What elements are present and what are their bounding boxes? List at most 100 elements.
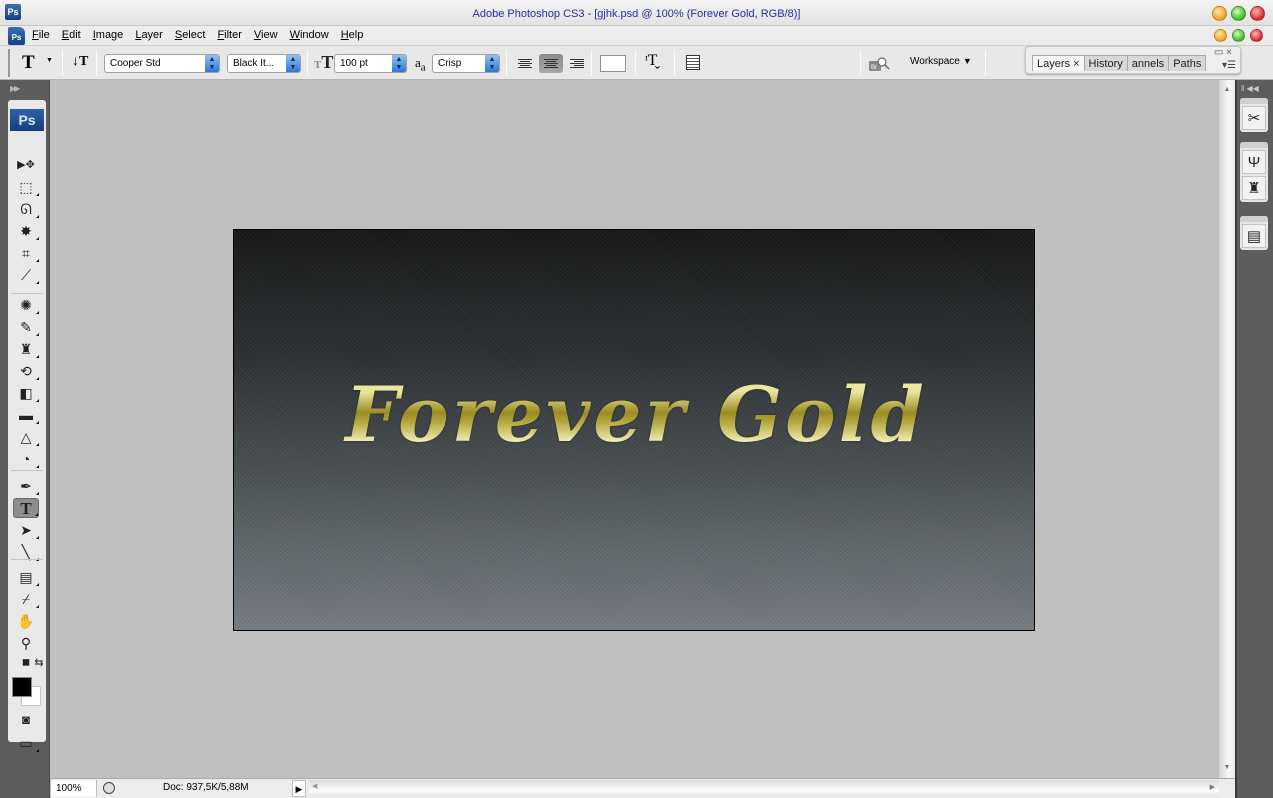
scroll-up-icon[interactable]: ▲ bbox=[1221, 84, 1233, 96]
spinner-icon: ▲ ▼ bbox=[286, 55, 300, 72]
dock-group: Ψ ♜ bbox=[1240, 142, 1268, 202]
doc-close-button[interactable] bbox=[1250, 29, 1263, 42]
tab-paths[interactable]: Paths bbox=[1168, 55, 1207, 71]
photoshop-window: Ps Adobe Photoshop CS3 - [gjhk.psd @ 100… bbox=[0, 0, 1273, 798]
menu-help[interactable]: Help bbox=[340, 29, 370, 41]
spinner-icon: ▲ ▼ bbox=[485, 55, 499, 72]
options-bar-grip[interactable] bbox=[8, 49, 13, 77]
right-dock: ‖ ◀◀ ✂ Ψ ♜ ▤ bbox=[1235, 80, 1273, 798]
foreground-color[interactable] bbox=[12, 677, 32, 697]
eyedropper-tool-icon[interactable]: ⌿ bbox=[13, 589, 39, 609]
zoom-level-field[interactable]: 100% bbox=[51, 780, 97, 797]
spinner-icon: ▲ ▼ bbox=[392, 55, 406, 72]
font-family-select[interactable]: Cooper Std ▲ ▼ bbox=[104, 54, 220, 73]
align-right-button[interactable] bbox=[565, 54, 589, 73]
vertical-scrollbar[interactable]: ▲ ▼ bbox=[1219, 80, 1235, 778]
type-tool-preset-icon[interactable]: T bbox=[22, 52, 35, 74]
blur-tool-icon[interactable]: △ bbox=[13, 427, 39, 447]
scroll-right-icon[interactable]: ▶ bbox=[1210, 783, 1215, 791]
align-center-button[interactable] bbox=[539, 54, 563, 73]
paragraph-icon[interactable]: ▤ bbox=[1242, 224, 1266, 248]
text-color-swatch[interactable] bbox=[600, 55, 626, 72]
panel-menu-icon[interactable]: ▾☰ bbox=[1222, 60, 1236, 71]
menu-edit[interactable]: Edit bbox=[61, 29, 87, 41]
history-brush-tool-icon[interactable]: ⟲ bbox=[13, 361, 39, 381]
expand-dock-icon[interactable]: ‖ ◀◀ bbox=[1241, 84, 1259, 93]
menu-image[interactable]: Image bbox=[92, 29, 130, 41]
lasso-tool-icon[interactable]: ᘏ bbox=[13, 199, 39, 219]
path-selection-tool-icon[interactable]: ➤ bbox=[13, 520, 39, 540]
hand-tool-icon[interactable]: ✋ bbox=[13, 611, 39, 631]
notes-tool-icon[interactable]: ▤ bbox=[13, 567, 39, 587]
clone-stamp-tool-icon[interactable]: ♜ bbox=[13, 339, 39, 359]
tab-history[interactable]: History bbox=[1083, 55, 1128, 71]
left-dock: ▶▶ Ps ▶✥ ⬚ ᘏ ✸ ⌗ ⟋ ✺ ✎ ♜ ⟲ ◧ ▬ △ ◔ ✒ T ➤ ╲ ▤ ⌿ ✋ ⚲ ◼ ⇆ ◙ ▭ bbox=[0, 80, 50, 798]
quick-mask-icon[interactable]: ◙ bbox=[13, 710, 39, 730]
magic-wand-tool-icon[interactable]: ✸ bbox=[13, 221, 39, 241]
move-tool-icon[interactable]: ▶✥ bbox=[13, 155, 39, 175]
menu-layer[interactable]: Layer bbox=[134, 29, 169, 41]
separator bbox=[307, 50, 308, 76]
scroll-down-icon[interactable]: ▼ bbox=[1221, 762, 1233, 774]
tool-presets-icon[interactable]: ✂ bbox=[1242, 106, 1266, 130]
dodge-tool-icon[interactable]: ◔ bbox=[13, 449, 39, 469]
maximize-button[interactable] bbox=[1231, 6, 1246, 21]
doc-restore-button[interactable] bbox=[1232, 29, 1245, 42]
menu-bar: Ps File Edit Image Layer Select Filter V… bbox=[0, 26, 1273, 46]
character-paragraph-palettes-icon[interactable] bbox=[686, 55, 700, 70]
close-tab-icon[interactable]: × bbox=[1073, 58, 1079, 70]
antialias-icon: aa bbox=[415, 55, 426, 74]
zoom-tool-icon[interactable]: ⚲ bbox=[13, 633, 39, 653]
font-size-select[interactable]: 100 pt ▲ ▼ bbox=[334, 54, 407, 73]
text-orientation-icon[interactable]: ↓T bbox=[72, 54, 88, 70]
close-button[interactable] bbox=[1250, 6, 1265, 21]
slice-tool-icon[interactable]: ⟋ bbox=[13, 265, 39, 285]
brush-tool-icon[interactable]: ✎ bbox=[13, 317, 39, 337]
separator bbox=[506, 50, 507, 76]
panel-minimize-close[interactable]: ▭ × bbox=[1214, 47, 1232, 58]
healing-brush-tool-icon[interactable]: ✺ bbox=[13, 295, 39, 315]
antialias-value: Crisp bbox=[438, 58, 462, 69]
tab-channels[interactable]: annels bbox=[1126, 55, 1170, 71]
separator bbox=[11, 293, 43, 294]
clone-source-icon[interactable]: ♜ bbox=[1242, 176, 1266, 200]
screen-mode-icon[interactable]: ▭ bbox=[13, 733, 39, 753]
font-style-select[interactable]: Black It... ▲ ▼ bbox=[227, 54, 301, 73]
swap-colors-icon[interactable]: ⇆ bbox=[26, 653, 52, 673]
menu-window[interactable]: Window bbox=[289, 29, 335, 41]
crop-tool-icon[interactable]: ⌗ bbox=[13, 243, 39, 263]
minimize-button[interactable] bbox=[1212, 6, 1227, 21]
warp-text-icon[interactable]: ᶦT̬ bbox=[645, 52, 657, 70]
document-icon[interactable]: Ps bbox=[8, 27, 25, 45]
tool-preset-dropdown-icon[interactable]: ▼ bbox=[46, 57, 53, 64]
marquee-tool-icon[interactable]: ⬚ bbox=[13, 177, 39, 197]
antialias-select[interactable]: Crisp ▲ ▼ bbox=[432, 54, 500, 73]
workspace-menu[interactable]: Workspace ▼ bbox=[910, 56, 972, 67]
tab-layers[interactable]: Layers × bbox=[1032, 55, 1085, 71]
status-menu-arrow-icon[interactable]: ▶ bbox=[292, 780, 306, 797]
separator bbox=[860, 50, 861, 76]
separator bbox=[674, 50, 675, 76]
expand-toolbox-icon[interactable]: ▶▶ bbox=[10, 84, 20, 93]
canvas-area: Forever Gold bbox=[51, 80, 1219, 778]
photoshop-badge[interactable]: Ps bbox=[10, 109, 44, 131]
menu-file[interactable]: File bbox=[31, 29, 56, 41]
gradient-tool-icon[interactable]: ▬ bbox=[13, 405, 39, 425]
scroll-left-icon[interactable]: ◀ bbox=[312, 782, 317, 790]
status-bar: 100% Doc: 937,5K/5,88M ▶ ◀ ▶ bbox=[51, 778, 1235, 798]
align-left-button[interactable] bbox=[513, 54, 537, 73]
status-info-icon[interactable] bbox=[103, 782, 115, 794]
menu-filter[interactable]: Filter bbox=[216, 29, 247, 41]
brushes-icon[interactable]: Ψ bbox=[1242, 150, 1266, 174]
pen-tool-icon[interactable]: ✒ bbox=[13, 476, 39, 496]
bridge-icon[interactable]: Br bbox=[868, 56, 890, 72]
eraser-tool-icon[interactable]: ◧ bbox=[13, 383, 39, 403]
gold-text-layer: Forever Gold bbox=[234, 370, 1034, 459]
menu-select[interactable]: Select bbox=[174, 29, 212, 41]
horizontal-scrollbar[interactable]: ◀ ▶ bbox=[309, 780, 1219, 797]
doc-minimize-button[interactable] bbox=[1214, 29, 1227, 42]
type-tool-icon[interactable]: T bbox=[13, 498, 39, 518]
menu-view[interactable]: View bbox=[253, 29, 284, 41]
document-canvas[interactable]: Forever Gold bbox=[233, 229, 1035, 631]
alignment-group bbox=[513, 54, 589, 73]
